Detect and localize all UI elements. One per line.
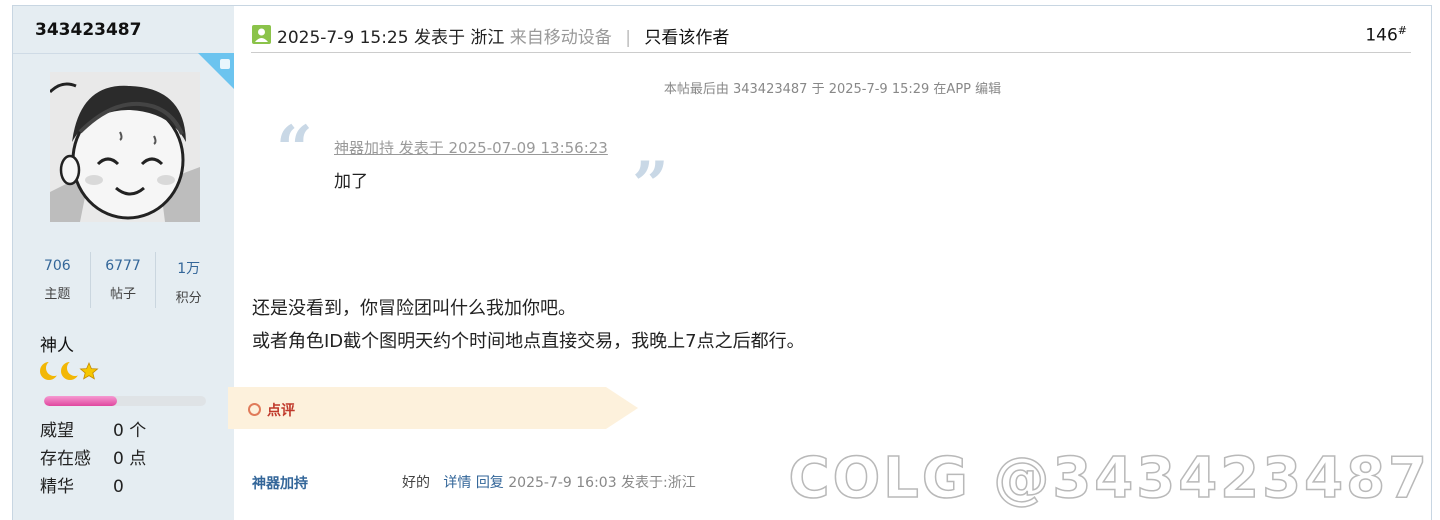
divider: | bbox=[625, 28, 631, 48]
post-header: 2025-7-9 15:25 发表于 浙江 来自移动设备 | 只看该作者 146… bbox=[251, 20, 1411, 53]
edit-note: 本帖最后由 343423487 于 2025-7-9 15:29 在APP 编辑 bbox=[663, 82, 1002, 97]
stat-label: 积分 bbox=[175, 291, 202, 306]
author-stats: 706 主题 6777 帖子 1万 积分 bbox=[25, 252, 221, 308]
rank-level-icons bbox=[39, 360, 115, 386]
stat-posts[interactable]: 6777 帖子 bbox=[91, 252, 157, 308]
level-progress-fill bbox=[44, 396, 117, 406]
author-sidebar: 343423487 706 主题 6777 帖子 1万 积分 神人 威望 0 个… bbox=[13, 6, 234, 520]
moon-icon bbox=[40, 360, 62, 380]
attr-label: 存在感 bbox=[40, 449, 91, 469]
quote-open-icon: “ bbox=[276, 112, 313, 187]
stat-label: 主题 bbox=[44, 287, 71, 302]
post-date: 2025-7-9 15:25 bbox=[277, 28, 409, 48]
comment-user[interactable]: 神器加持 bbox=[252, 473, 308, 493]
user-rank: 神人 bbox=[40, 336, 74, 356]
watermark: COLG @343423487 bbox=[788, 445, 1430, 512]
attr-digest: 精华 0 bbox=[40, 473, 146, 501]
post-body: 还是没看到，你冒险团叫什么我加你吧。 或者角色ID截个图明天约个时间地点直接交易… bbox=[252, 292, 805, 358]
stat-value[interactable]: 1万 bbox=[156, 258, 221, 278]
post-body-line: 或者角色ID截个图明天约个时间地点直接交易，我晚上7点之后都行。 bbox=[252, 331, 805, 352]
stat-label: 帖子 bbox=[110, 287, 137, 302]
star-icon bbox=[79, 361, 99, 380]
attr-label: 威望 bbox=[40, 421, 74, 441]
view-author-only-link[interactable]: 只看该作者 bbox=[644, 28, 729, 48]
post-body-line: 还是没看到，你冒险团叫什么我加你吧。 bbox=[252, 298, 576, 319]
author-attributes: 威望 0 个 存在感 0 点 精华 0 bbox=[40, 417, 146, 501]
post-device: 来自移动设备 bbox=[509, 28, 612, 48]
comment-content: 好的 详情 回复 2025-7-9 16:03 发表于:浙江 bbox=[402, 472, 696, 492]
comment-label: 点评 bbox=[248, 400, 295, 420]
comment-section-tab: 点评 bbox=[228, 387, 638, 429]
stat-credits[interactable]: 1万 积分 bbox=[156, 252, 221, 308]
floor-number[interactable]: 146# bbox=[1365, 24, 1407, 46]
attr-prestige: 威望 0 个 bbox=[40, 417, 146, 445]
stat-value[interactable]: 6777 bbox=[91, 258, 156, 274]
post-location: 发表于 浙江 bbox=[413, 28, 505, 48]
quote-meta[interactable]: 神器加持 发表于 2025-07-09 13:56:23 bbox=[334, 137, 608, 158]
post-meta: 2025-7-9 15:25 发表于 浙江 来自移动设备 | 只看该作者 bbox=[277, 23, 729, 48]
floor-mark: # bbox=[1397, 24, 1407, 37]
attr-presence: 存在感 0 点 bbox=[40, 445, 146, 473]
quote-close-icon: ” bbox=[632, 148, 669, 223]
post-container: 343423487 706 主题 6777 帖子 1万 积分 神人 威望 0 个… bbox=[12, 5, 1432, 520]
online-icon bbox=[220, 59, 230, 69]
comment-reply-link[interactable]: 回复 bbox=[476, 475, 504, 491]
post-main: 2025-7-9 15:25 发表于 浙江 来自移动设备 | 只看该作者 146… bbox=[228, 6, 1431, 520]
attr-value: 0 bbox=[113, 477, 124, 497]
level-progress-bar bbox=[44, 396, 206, 406]
floor-value: 146 bbox=[1365, 25, 1398, 46]
avatar[interactable] bbox=[50, 72, 200, 222]
attr-value: 0 个 bbox=[113, 421, 147, 441]
moon-icon bbox=[61, 360, 83, 380]
attr-value: 0 点 bbox=[113, 449, 147, 469]
comment-detail-link[interactable]: 详情 bbox=[443, 475, 471, 491]
stat-threads[interactable]: 706 主题 bbox=[25, 252, 91, 308]
comment-tab-label: 点评 bbox=[267, 403, 295, 419]
comment-circle-icon bbox=[248, 403, 261, 416]
stat-value[interactable]: 706 bbox=[25, 258, 90, 274]
attr-label: 精华 bbox=[40, 477, 74, 497]
quote-text: 加了 bbox=[334, 172, 368, 192]
comment-text: 好的 bbox=[402, 475, 430, 491]
comment-meta: 2025-7-9 16:03 发表于:浙江 bbox=[508, 475, 696, 491]
author-username[interactable]: 343423487 bbox=[13, 6, 234, 54]
user-online-icon bbox=[252, 25, 271, 44]
